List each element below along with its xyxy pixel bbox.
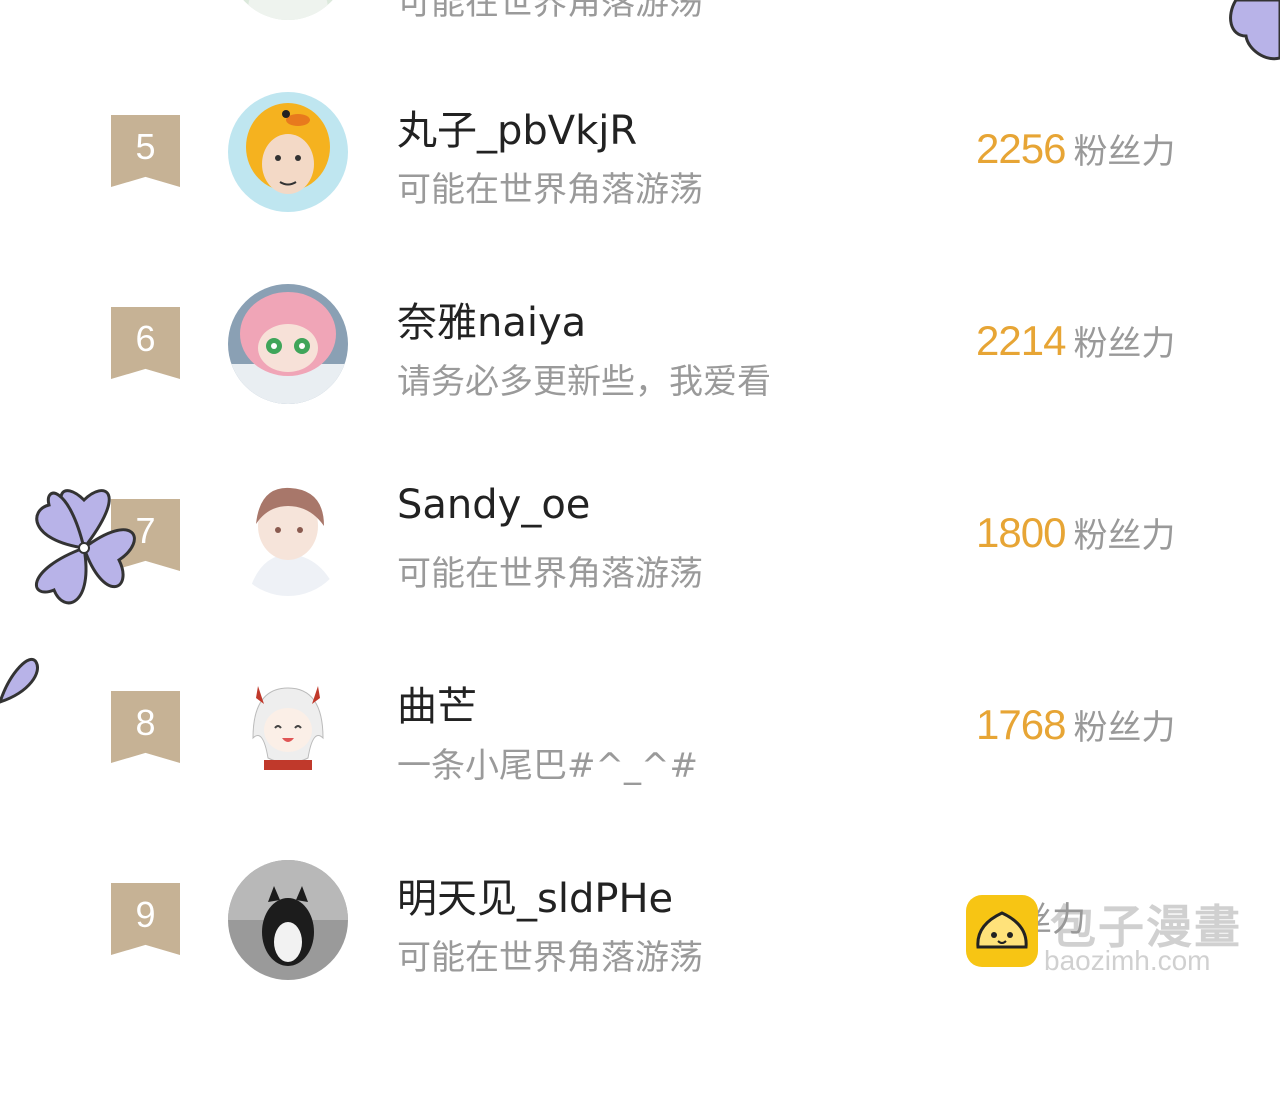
avatar[interactable] [228, 668, 348, 788]
fan-power-score: 1800 粉丝力 [976, 508, 1175, 557]
score-unit: 粉丝力 [1073, 132, 1176, 172]
rank-badge: 9 [111, 883, 180, 955]
rank-badge: 8 [111, 691, 180, 763]
avatar[interactable] [228, 0, 348, 20]
user-name[interactable]: Sandy_oe [397, 482, 590, 528]
baozi-logo-icon [966, 895, 1038, 967]
fan-power-score: 1768 粉丝力 [976, 700, 1175, 749]
watermark-url: baozimh.com [1044, 945, 1211, 976]
user-name[interactable]: 奈雅naiya [397, 290, 586, 348]
rank-badge: 5 [111, 115, 180, 187]
score-value: 2256 [976, 125, 1066, 172]
user-name[interactable]: 曲芒 [397, 674, 477, 732]
user-signature: 一条小尾巴#^_^# [397, 746, 698, 786]
user-name[interactable]: 明天见_sldPHe [397, 866, 673, 924]
score-value: 1800 [976, 509, 1066, 556]
avatar[interactable] [228, 92, 348, 212]
score-unit: 粉丝力 [1073, 708, 1176, 748]
user-signature: 可能在世界角落游荡 [397, 938, 703, 978]
avatar[interactable] [228, 284, 348, 404]
user-signature: 可能在世界角落游荡 [397, 0, 703, 23]
score-unit: 粉丝力 [1073, 324, 1176, 364]
fan-power-score: 2214 粉丝力 [976, 316, 1175, 365]
user-signature: 可能在世界角落游荡 [397, 170, 703, 210]
watermark: 包子漫畫 baozimh.com [966, 893, 1266, 983]
flower-decoration-icon [34, 489, 136, 605]
score-value: 1768 [976, 701, 1066, 748]
avatar[interactable] [228, 860, 348, 980]
user-signature: 请务必多更新些，我爱看 [397, 362, 771, 402]
flower-decoration-icon [0, 658, 39, 704]
avatar[interactable] [228, 476, 348, 596]
fan-power-score: 2256 粉丝力 [976, 124, 1175, 173]
flower-decoration-icon [1229, 0, 1280, 61]
score-unit: 粉丝力 [1073, 516, 1176, 556]
score-value: 2214 [976, 317, 1066, 364]
rank-badge: 6 [111, 307, 180, 379]
user-signature: 可能在世界角落游荡 [397, 554, 703, 594]
user-name[interactable]: 丸子_pbVkjR [397, 98, 637, 156]
